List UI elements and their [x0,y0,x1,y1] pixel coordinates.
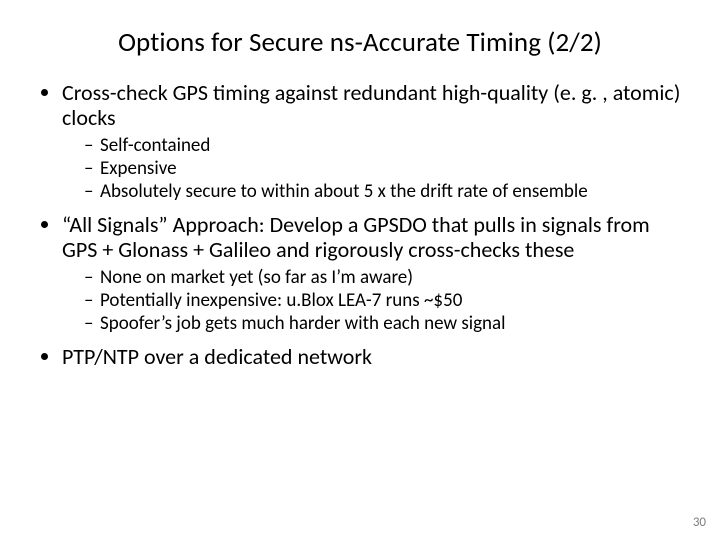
sub-bullet-item: Spoofer’s job gets much harder with each… [84,313,686,335]
sub-bullet-item: None on market yet (so far as I’m aware) [84,267,686,289]
bullet-list: Cross-check GPS timing against redundant… [34,81,686,369]
slide: Options for Secure ns-Accurate Timing (2… [0,0,720,540]
sub-bullet-item: Self-contained [84,135,686,157]
sub-bullet-list: Self-contained Expensive Absolutely secu… [62,135,686,203]
sub-bullet-item: Potentially inexpensive: u.Blox LEA-7 ru… [84,290,686,312]
sub-bullet-list: None on market yet (so far as I’m aware)… [62,267,686,335]
bullet-text: “All Signals” Approach: Develop a GPSDO … [62,211,650,263]
bullet-item: Cross-check GPS timing against redundant… [62,81,686,203]
bullet-text: Cross-check GPS timing against redundant… [62,79,680,131]
sub-bullet-item: Expensive [84,158,686,180]
page-number: 30 [693,515,706,530]
bullet-item: “All Signals” Approach: Develop a GPSDO … [62,213,686,335]
slide-title: Options for Secure ns-Accurate Timing (2… [34,26,686,59]
bullet-text: PTP/NTP over a dedicated network [62,343,372,370]
bullet-item: PTP/NTP over a dedicated network [62,345,686,370]
sub-bullet-item: Absolutely secure to within about 5 x th… [84,181,686,203]
